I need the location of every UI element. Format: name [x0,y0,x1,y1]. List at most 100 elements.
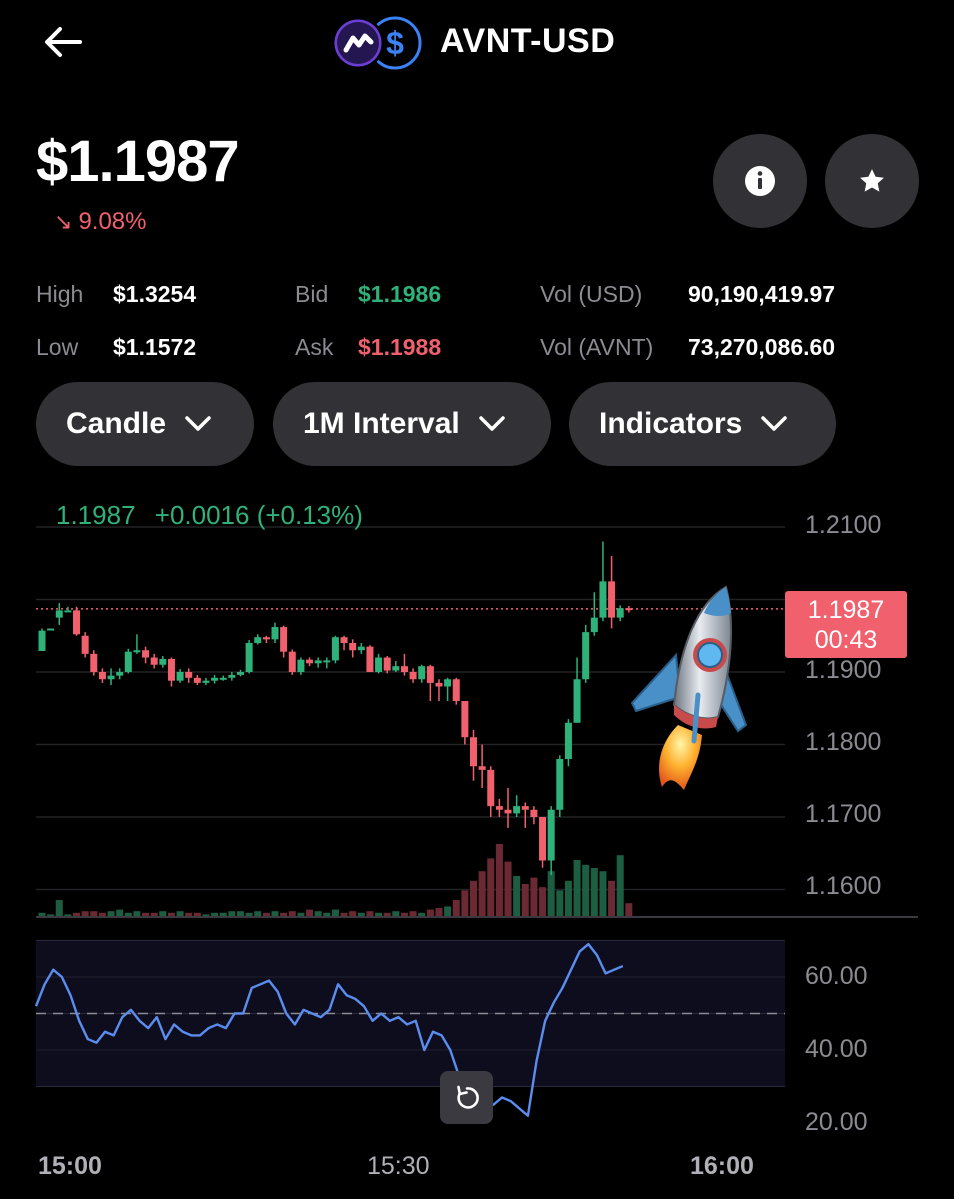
volume-bar [81,911,89,916]
candle-body [340,637,348,643]
candle-body [38,630,46,651]
interval-dropdown[interactable]: 1M Interval [273,382,551,466]
candle-body [461,701,469,738]
time-axis-label: 15:30 [367,1152,430,1180]
volume-bar [193,912,201,916]
volume-bar [608,880,616,916]
candle-body [383,657,391,671]
volume-bar [487,858,495,916]
rsi-axis-label: 60.00 [805,962,868,990]
volume-bar [314,911,322,916]
volume-bar [211,912,219,916]
favorite-button[interactable] [825,134,919,228]
volume-bar [245,912,253,916]
price-change-percent: 9.08% [78,208,147,235]
volume-bar [513,876,521,916]
volume-bar [357,912,365,916]
vol-usd-label: Vol (USD) [540,281,643,307]
candle-body [219,677,227,680]
candle-body [513,806,521,814]
candle-body [616,608,624,618]
volume-bar [590,868,598,916]
volume-bar [167,912,175,916]
candle-body [202,680,210,683]
volume-bar [288,911,296,916]
candle-body [116,672,124,676]
candle-body [81,635,89,654]
rsi-axis-label: 40.00 [805,1035,868,1063]
volume-bar [582,864,590,916]
current-price: $1.1987 [36,129,240,194]
ask-value: $1.1988 [358,334,442,360]
candle-body [418,666,426,680]
candle-body [124,651,132,672]
avnt-logo-icon [331,16,385,70]
candle-body [599,581,607,618]
reset-chart-button[interactable] [440,1071,493,1124]
volume-bar [236,911,244,916]
candle-body [159,658,167,665]
rocket-icon [630,585,748,790]
volume-bar [297,912,305,916]
volume-bar [133,911,141,916]
candle-body [573,679,581,723]
volume-bar [616,855,624,916]
chevron-down-icon [761,416,788,431]
current-price-tag: 1.1987 00:43 [785,591,907,658]
volume-bar [271,911,279,916]
volume-bar [176,911,184,916]
candle-body [73,610,81,635]
volume-bar [73,912,81,916]
candle-body [470,737,477,767]
volume-bar [107,911,115,916]
back-arrow-icon [45,27,82,57]
back-button[interactable] [36,18,92,66]
star-icon [860,169,884,192]
volume-bar [366,911,374,916]
candle-body [297,659,305,672]
volume-bar [124,912,132,916]
price-tag-timer: 00:43 [814,626,878,654]
volume-bar [521,884,529,916]
candle-body [582,632,590,680]
candle-body [150,657,158,665]
volume-bar [349,911,357,916]
candle-body [444,679,452,687]
chevron-down-icon [478,416,505,431]
candle-body [556,759,564,810]
candle-body [262,637,270,640]
volume-bar [564,880,572,916]
price-tag-value: 1.1987 [807,596,885,624]
candle-body [176,672,184,681]
volume-bar [340,912,348,916]
volume-bar [573,860,581,916]
candle-body [426,666,434,683]
candle-body [504,809,512,814]
candle-body [133,650,141,653]
volume-bar [38,912,46,916]
volume-bar [539,887,547,916]
candle-body [185,672,193,678]
pair-title: AVNT-USD [440,22,616,60]
candle-body [167,658,175,681]
chart-type-label: Candle [66,407,167,440]
volume-bar [219,912,227,916]
indicators-dropdown[interactable]: Indicators [569,382,836,466]
high-value: $1.3254 [113,281,197,307]
candle-body [236,672,244,675]
price-axis-label: 1.2100 [805,511,882,539]
candle-body [357,646,365,651]
chevron-down-icon [185,416,211,431]
candle-body [452,679,460,701]
candle-body [495,806,503,810]
candle-body [271,627,279,640]
info-button[interactable] [713,134,807,228]
candle-body [142,650,150,658]
candle-body [547,809,555,861]
chart-type-dropdown[interactable]: Candle [36,382,254,466]
bid-label: Bid [295,281,329,307]
candle-body [564,722,572,759]
volume-bar [254,911,262,916]
volume-bar [426,909,434,916]
price-axis-label: 1.1600 [805,872,882,900]
